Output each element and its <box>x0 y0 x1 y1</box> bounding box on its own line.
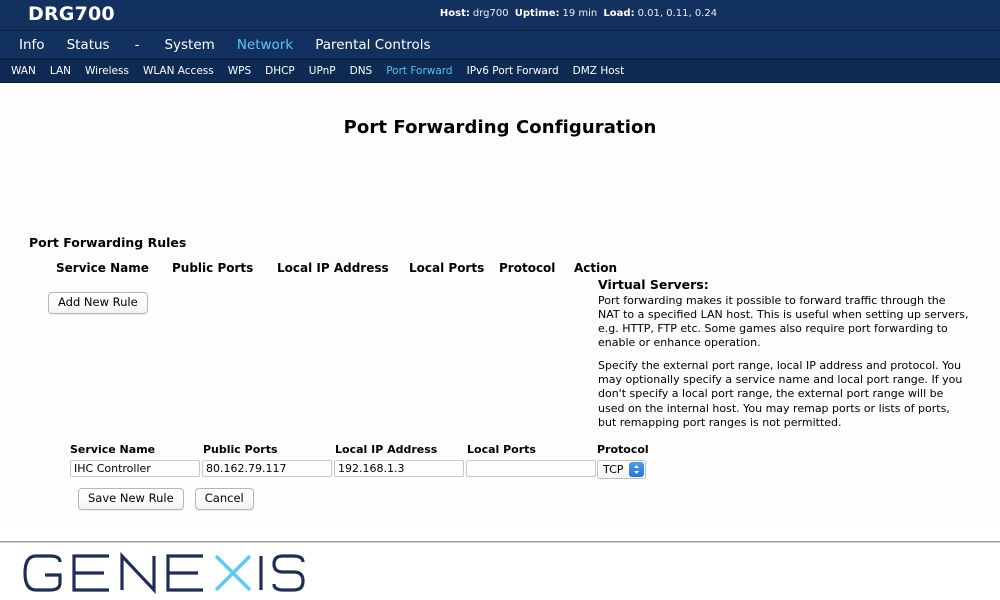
nav-item-parental-controls[interactable]: Parental Controls <box>304 37 441 53</box>
section-heading-rules: Port Forwarding Rules <box>29 235 186 250</box>
column-header-local-ip: Local IP Address <box>277 261 389 275</box>
subnav-item-wps[interactable]: WPS <box>221 65 258 77</box>
new-rule-form: Service Name Public Ports Local IP Addre… <box>70 443 670 482</box>
genexis-logo-svg <box>18 550 308 596</box>
service-name-input[interactable] <box>70 460 200 477</box>
form-label-local-ip: Local IP Address <box>335 443 437 456</box>
chevron-updown-icon[interactable] <box>629 462 644 477</box>
uptime-value: 19 min <box>562 8 597 19</box>
host-label: Host: <box>440 8 470 19</box>
subnav-item-dns[interactable]: DNS <box>343 65 380 77</box>
form-label-row: Service Name Public Ports Local IP Addre… <box>70 443 670 458</box>
subnav-item-ipv6-port-forward[interactable]: IPv6 Port Forward <box>460 65 566 77</box>
system-status-line: Host:drg700 Uptime:19 min Load: 0.01, 0.1… <box>0 8 1000 19</box>
column-header-local-ports: Local Ports <box>409 261 484 275</box>
public-ports-input[interactable] <box>202 460 332 477</box>
column-header-action: Action <box>574 261 617 275</box>
column-header-public-ports: Public Ports <box>172 261 253 275</box>
add-new-rule-button[interactable]: Add New Rule <box>48 292 148 314</box>
save-new-rule-button[interactable]: Save New Rule <box>78 488 184 510</box>
subnav-item-wireless[interactable]: Wireless <box>78 65 136 77</box>
column-header-service-name: Service Name <box>56 261 149 275</box>
sub-navigation-bar: WAN LAN Wireless WLAN Access WPS DHCP UP… <box>0 60 1000 83</box>
subnav-item-dhcp[interactable]: DHCP <box>258 65 302 77</box>
footer-divider <box>0 541 1000 543</box>
subnav-item-dmz-host[interactable]: DMZ Host <box>566 65 632 77</box>
protocol-select[interactable]: TCP <box>597 460 646 479</box>
protocol-select-value: TCP <box>603 463 623 476</box>
top-header-bar: DRG700 Host:drg700 Uptime:19 min Load:0.… <box>0 0 1000 31</box>
subnav-item-upnp[interactable]: UPnP <box>302 65 343 77</box>
cancel-button[interactable]: Cancel <box>195 488 254 510</box>
host-value: drg700 <box>473 8 509 19</box>
genexis-logo <box>18 550 308 600</box>
nav-item-status[interactable]: Status <box>56 37 121 53</box>
form-label-public-ports: Public Ports <box>203 443 278 456</box>
load-label: Load: <box>603 8 634 19</box>
help-paragraph-1: Port forwarding makes it possible to for… <box>598 294 970 350</box>
uptime-label: Uptime: <box>515 8 560 19</box>
local-ip-address-input[interactable] <box>334 460 464 477</box>
subnav-item-wan[interactable]: WAN <box>4 65 43 77</box>
subnav-item-lan[interactable]: LAN <box>43 65 78 77</box>
subnav-item-port-forward[interactable]: Port Forward <box>379 65 459 77</box>
help-paragraph-2: Specify the external port range, local I… <box>598 359 970 429</box>
local-ports-input[interactable] <box>466 460 596 477</box>
form-label-service-name: Service Name <box>70 443 155 456</box>
nav-item-system[interactable]: System <box>153 37 225 53</box>
column-header-protocol: Protocol <box>499 261 555 275</box>
help-panel-virtual-servers: Virtual Servers: Port forwarding makes i… <box>598 277 970 439</box>
main-content-area: Port Forwarding Configuration Port Forwa… <box>0 83 1000 523</box>
nav-item-separator[interactable]: - <box>121 37 154 53</box>
page-title: Port Forwarding Configuration <box>0 83 1000 138</box>
main-navigation-bar: Info Status - System Network Parental Co… <box>0 31 1000 60</box>
nav-item-info[interactable]: Info <box>8 37 56 53</box>
subnav-item-wlan-access[interactable]: WLAN Access <box>136 65 221 77</box>
help-panel-title: Virtual Servers: <box>598 277 970 292</box>
page-footer <box>0 544 1000 600</box>
form-action-buttons: Save New Rule Cancel <box>78 487 260 510</box>
form-label-local-ports: Local Ports <box>467 443 536 456</box>
nav-item-network[interactable]: Network <box>226 37 304 53</box>
load-value: 0.01, 0.11, 0.24 <box>638 8 718 19</box>
form-field-row: TCP <box>70 460 670 482</box>
form-label-protocol: Protocol <box>597 443 649 456</box>
